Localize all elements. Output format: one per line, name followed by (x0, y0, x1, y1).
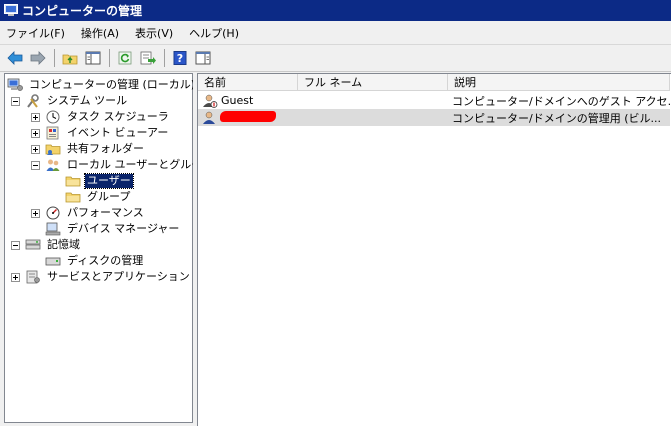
tools-icon (25, 94, 41, 108)
tree-label: 記憶域 (47, 238, 80, 251)
tree-label: グループ (87, 190, 131, 203)
forward-button[interactable] (27, 48, 49, 69)
menu-bar: ファイル(F) 操作(A) 表示(V) ヘルプ(H) (0, 21, 671, 45)
export-list-button[interactable] (137, 48, 159, 69)
tree-label: サービスとアプリケーション (47, 270, 190, 283)
show-hide-action-pane-icon (195, 51, 211, 65)
expand-toggle[interactable] (31, 144, 40, 154)
tree-item-root[interactable]: コンピューターの管理 (ローカル) (7, 77, 197, 93)
refresh-icon (118, 51, 132, 65)
tree-item-services-apps[interactable]: サービスとアプリケーション (11, 269, 192, 285)
redaction-mark (220, 111, 276, 122)
tree-item-performance[interactable]: パフォーマンス (31, 205, 146, 221)
help-icon: ? (173, 51, 187, 65)
column-header-description[interactable]: 説明 (448, 74, 670, 91)
tree-item-disk-management[interactable]: ディスクの管理 (31, 253, 145, 269)
toolbar-separator (164, 49, 165, 67)
menu-file[interactable]: ファイル(F) (6, 25, 65, 41)
up-folder-icon (62, 54, 78, 65)
help-button[interactable]: ? (169, 48, 191, 69)
device-manager-icon (45, 222, 61, 236)
user-description: コンピューター/ドメインへのゲスト アクセ... (452, 94, 670, 108)
tree-label: コンピューターの管理 (ローカル) (29, 78, 196, 91)
back-icon (7, 51, 23, 65)
disk-icon (45, 254, 61, 268)
performance-icon (45, 206, 61, 220)
tree-item-device-manager[interactable]: デバイス マネージャー (31, 221, 181, 237)
user-name: Guest (221, 94, 254, 107)
collapse-toggle[interactable] (11, 96, 20, 106)
column-header-name[interactable]: 名前 (198, 74, 298, 91)
window-title: コンピューターの管理 (22, 4, 143, 18)
tree-item-groups[interactable]: グループ (51, 189, 132, 205)
expand-toggle[interactable] (31, 208, 40, 218)
tree-label: タスク スケジューラ (67, 110, 169, 123)
tree-label: イベント ビューアー (67, 126, 169, 139)
forward-icon (30, 51, 46, 65)
services-icon (25, 270, 41, 284)
computer-management-icon (7, 78, 23, 92)
expand-toggle[interactable] (11, 272, 20, 282)
user-description: コンピューター/ドメインの管理用 (ビル... (452, 111, 661, 125)
show-hide-tree-button[interactable] (82, 48, 104, 69)
toolbar: ? (0, 45, 671, 72)
tree-label: 共有フォルダー (67, 142, 144, 155)
computer-management-icon (4, 4, 18, 16)
folder-icon (65, 174, 81, 188)
column-header-full-name[interactable]: フル ネーム (298, 74, 448, 91)
folder-icon (65, 190, 81, 204)
menu-view[interactable]: 表示(V) (135, 25, 173, 41)
expand-toggle[interactable] (31, 128, 40, 138)
tree-label: デバイス マネージャー (67, 222, 180, 235)
svg-text:?: ? (177, 52, 183, 65)
tree-item-storage[interactable]: 記憶域 (11, 237, 82, 253)
tree-label: システム ツール (47, 94, 128, 107)
table-row[interactable]: コンピューター/ドメインの管理用 (ビル... (198, 109, 670, 126)
shared-folder-icon (45, 142, 61, 156)
tree-item-users[interactable]: ユーザー (51, 173, 134, 189)
toolbar-separator (54, 49, 55, 67)
menu-action[interactable]: 操作(A) (81, 25, 119, 41)
user-icon (203, 94, 218, 108)
export-list-icon (140, 51, 156, 65)
console-tree[interactable]: コンピューターの管理 (ローカル) システム ツール タスク スケジューラ イベ… (4, 73, 213, 423)
up-folder-button[interactable] (59, 48, 81, 69)
clock-icon (45, 110, 61, 124)
refresh-button[interactable] (114, 48, 136, 69)
users-list[interactable]: 名前 フル ネーム 説明 Guest コンピューター/ドメインへのゲスト アクセ… (197, 73, 671, 426)
show-hide-tree-icon (85, 51, 101, 65)
event-viewer-icon (45, 126, 61, 140)
title-bar[interactable]: コンピューターの管理 (0, 0, 671, 21)
user-icon (203, 111, 215, 124)
tree-item-event-viewer[interactable]: イベント ビューアー (31, 125, 170, 141)
table-row[interactable]: Guest コンピューター/ドメインへのゲスト アクセ... (198, 92, 670, 109)
tree-label: パフォーマンス (67, 206, 144, 219)
collapse-toggle[interactable] (31, 160, 40, 170)
tree-label: ディスクの管理 (67, 254, 144, 267)
back-button[interactable] (4, 48, 26, 69)
show-hide-action-pane-button[interactable] (192, 48, 214, 69)
tree-item-task-scheduler[interactable]: タスク スケジューラ (31, 109, 171, 125)
toolbar-separator (109, 49, 110, 67)
tree-item-system-tools[interactable]: システム ツール (11, 93, 129, 109)
expand-toggle[interactable] (31, 112, 40, 122)
collapse-toggle[interactable] (11, 240, 20, 250)
users-group-icon (45, 158, 61, 172)
storage-icon (25, 238, 41, 252)
tree-item-shared-folders[interactable]: 共有フォルダー (31, 141, 146, 157)
menu-help[interactable]: ヘルプ(H) (189, 25, 239, 41)
tree-label: ユーザー (84, 173, 134, 189)
tree-item-local-users-groups[interactable]: ローカル ユーザーとグループ (31, 157, 215, 173)
